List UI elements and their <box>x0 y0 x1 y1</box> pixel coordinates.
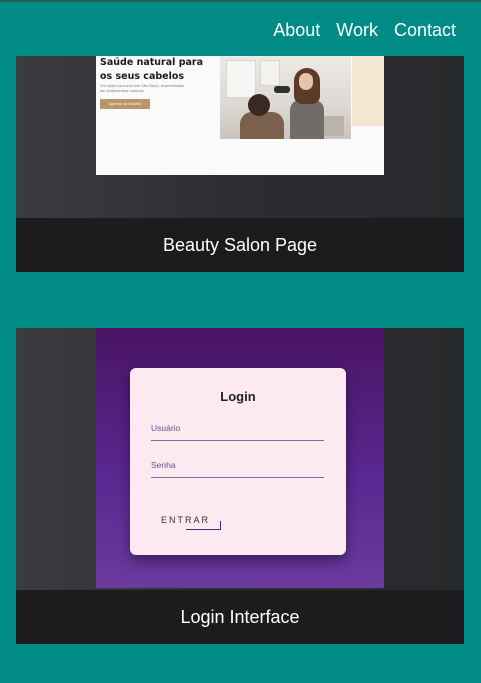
nav-link-contact[interactable]: Contact <box>394 20 456 41</box>
project-card-beauty-salon[interactable]: Saúde natural para os seus cabelos Um sa… <box>16 56 464 272</box>
project-caption: Beauty Salon Page <box>16 218 464 272</box>
photo-client <box>240 112 284 139</box>
beauty-salon-screenshot: Saúde natural para os seus cabelos Um sa… <box>96 56 384 175</box>
username-field: Usuário <box>151 423 324 441</box>
salon-cta-button: Agende na Estúdio <box>100 99 150 109</box>
button-underline <box>186 529 220 530</box>
button-underline-tick <box>220 521 221 530</box>
password-label: Senha <box>151 460 176 470</box>
nav-links: About Work Contact <box>273 20 456 41</box>
project-preview[interactable]: Login Usuário Senha ENTRAR <box>16 328 464 590</box>
photo-stylist-face <box>299 73 313 90</box>
nav-link-about[interactable]: About <box>273 20 320 41</box>
photo-client-hair <box>248 94 270 116</box>
salon-subtext: Um salão exclusivo em São Paulo, especia… <box>100 84 185 93</box>
login-title: Login <box>220 389 256 404</box>
photo-stylist <box>290 100 324 139</box>
username-label: Usuário <box>151 423 181 433</box>
project-card-login-interface[interactable]: Login Usuário Senha ENTRAR Login Interfa… <box>16 328 464 644</box>
salon-headline: Saúde natural para os seus cabelos <box>100 57 204 82</box>
salon-accent-panel <box>352 56 384 126</box>
login-interface-screenshot: Login Usuário Senha ENTRAR <box>96 328 384 588</box>
photo-window <box>260 60 280 86</box>
salon-hairdresser-photo <box>220 56 351 139</box>
nav-link-work[interactable]: Work <box>336 20 378 41</box>
password-field: Senha <box>151 460 324 478</box>
top-nav: About Work Contact <box>0 0 481 56</box>
hair-dryer-icon <box>274 86 290 93</box>
project-preview[interactable]: Saúde natural para os seus cabelos Um sa… <box>16 56 464 218</box>
photo-window <box>226 60 256 98</box>
login-form-card: Login Usuário Senha ENTRAR <box>130 368 346 555</box>
project-caption: Login Interface <box>16 590 464 644</box>
photo-chair <box>324 116 344 136</box>
